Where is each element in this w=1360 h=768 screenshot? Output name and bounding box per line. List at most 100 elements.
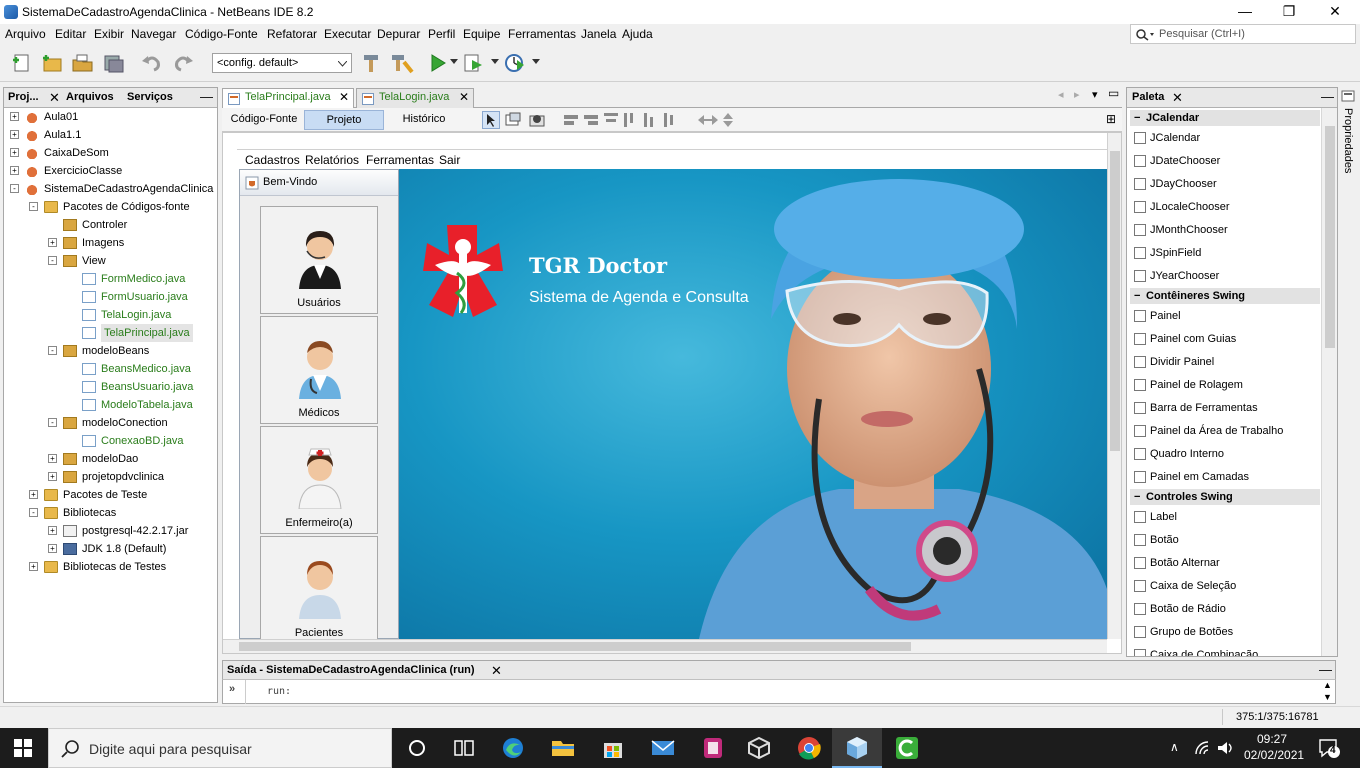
tree-item[interactable]: + Pacotes de Teste <box>4 486 217 504</box>
enfermeiro-button[interactable]: Enfermeiro(a) <box>260 426 378 534</box>
store-icon[interactable] <box>600 736 626 760</box>
debug-dropdown-icon[interactable] <box>491 59 499 65</box>
tray-chevron-up-icon[interactable]: ∧ <box>1170 740 1179 754</box>
pacientes-button[interactable]: Pacientes <box>260 536 378 639</box>
palette-item[interactable]: Caixa de Seleção <box>1130 575 1320 597</box>
close-icon[interactable]: ✕ <box>339 90 349 104</box>
mail-icon[interactable] <box>650 736 676 760</box>
menu-depurar[interactable]: Depurar <box>377 27 420 41</box>
form-menu-sair[interactable]: Sair <box>439 153 460 167</box>
palette-category[interactable]: − JCalendar <box>1130 110 1320 126</box>
palette-item[interactable]: Dividir Painel <box>1130 351 1320 373</box>
expand-icon[interactable]: + <box>48 526 57 535</box>
redo-icon[interactable] <box>171 52 195 74</box>
document-list-icon[interactable]: ▾ <box>1092 88 1098 101</box>
tab-historico[interactable]: Histórico <box>386 110 462 130</box>
ide-search-input[interactable]: Pesquisar (Ctrl+I) <box>1130 24 1356 44</box>
tree-item[interactable]: + projetopdvclinica <box>4 468 217 486</box>
palette-category[interactable]: − Controles Swing <box>1130 489 1320 505</box>
tree-item[interactable]: + CaixaDeSom <box>4 144 217 162</box>
form-menu-cadastros[interactable]: Cadastros <box>245 153 300 167</box>
menu-exibir[interactable]: Exibir <box>94 27 124 41</box>
menu-ajuda[interactable]: Ajuda <box>622 27 653 41</box>
expand-icon[interactable]: + <box>48 472 57 481</box>
save-all-icon[interactable] <box>102 52 126 74</box>
menu-refatorar[interactable]: Refatorar <box>267 27 317 41</box>
maximize-editor-icon[interactable]: ▭ <box>1108 86 1119 100</box>
palette-item[interactable]: Label <box>1130 506 1320 528</box>
new-file-icon[interactable] <box>10 52 34 74</box>
design-horizontal-scrollbar[interactable] <box>223 639 1107 653</box>
menu-equipe[interactable]: Equipe <box>463 27 500 41</box>
expand-icon[interactable]: + <box>48 238 57 247</box>
internal-frame-title-bar[interactable]: Bem-Vindo <box>240 170 398 196</box>
palette-category[interactable]: − Contêineres Swing <box>1130 288 1320 304</box>
menu-arquivo[interactable]: Arquivo <box>5 27 46 41</box>
palette-item[interactable]: Botão de Rádio <box>1130 598 1320 620</box>
palette-item[interactable]: JSpinField <box>1130 242 1320 264</box>
virtualbox-icon[interactable] <box>746 736 772 760</box>
form-menu-relatorios[interactable]: Relatórios <box>305 153 359 167</box>
expand-icon[interactable]: + <box>10 112 19 121</box>
palette-item[interactable]: JLocaleChooser <box>1130 196 1320 218</box>
minimize-button[interactable]: — <box>1222 0 1268 24</box>
tab-arquivos[interactable]: Arquivos <box>66 91 114 103</box>
connection-mode-icon[interactable] <box>504 111 522 129</box>
palette-item[interactable]: Painel com Guias <box>1130 328 1320 350</box>
taskbar-search-input[interactable]: Digite aqui para pesquisar <box>48 728 392 768</box>
tab-servicos[interactable]: Serviços <box>127 91 173 103</box>
palette-item[interactable]: Painel <box>1130 305 1320 327</box>
cortana-icon[interactable] <box>404 736 430 760</box>
tree-item[interactable]: ModeloTabela.java <box>4 396 217 414</box>
scroll-down-icon[interactable]: ▼ <box>1323 692 1332 702</box>
open-project-icon[interactable] <box>71 52 95 74</box>
collapse-icon[interactable]: - <box>29 508 38 517</box>
expand-icon[interactable]: + <box>10 148 19 157</box>
tab-codigo-fonte[interactable]: Código-Fonte <box>226 110 302 130</box>
tree-item[interactable]: - Bibliotecas <box>4 504 217 522</box>
selection-mode-icon[interactable] <box>482 111 500 129</box>
palette-item[interactable]: Grupo de Botões <box>1130 621 1320 643</box>
tree-item[interactable]: TelaLogin.java <box>4 306 217 324</box>
menu-editar[interactable]: Editar <box>55 27 86 41</box>
tree-item[interactable]: + JDK 1.8 (Default) <box>4 540 217 558</box>
usuarios-button[interactable]: Usuários <box>260 206 378 314</box>
debug-icon[interactable] <box>462 52 486 74</box>
tree-item[interactable]: - modeloConection <box>4 414 217 432</box>
expand-icon[interactable]: + <box>48 454 57 463</box>
run-icon[interactable] <box>426 52 450 74</box>
minimize-panel-icon[interactable]: — <box>1319 662 1332 677</box>
expand-icon[interactable]: + <box>48 544 57 553</box>
tree-item[interactable]: + Aula1.1 <box>4 126 217 144</box>
scrollbar-thumb[interactable] <box>239 642 911 651</box>
minimize-panel-icon[interactable]: — <box>1321 89 1334 104</box>
tab-projeto[interactable]: Projeto <box>304 110 384 130</box>
design-vertical-scrollbar[interactable] <box>1107 133 1121 639</box>
palette-item[interactable]: JMonthChooser <box>1130 219 1320 241</box>
network-icon[interactable] <box>1194 740 1210 756</box>
collapse-icon[interactable]: − <box>1134 110 1140 126</box>
tree-item[interactable]: + modeloDao <box>4 450 217 468</box>
properties-panel-icon[interactable] <box>1341 90 1355 102</box>
close-icon[interactable]: ✕ <box>49 90 60 106</box>
scrollbar-thumb[interactable] <box>1325 126 1335 348</box>
collapse-icon[interactable]: - <box>10 184 19 193</box>
tree-item[interactable]: FormMedico.java <box>4 270 217 288</box>
maximize-button[interactable]: ❐ <box>1266 0 1312 24</box>
tree-item[interactable]: + Aula01 <box>4 108 217 126</box>
tree-item[interactable]: + postgresql-42.2.17.jar <box>4 522 217 540</box>
collapse-icon[interactable]: - <box>48 418 57 427</box>
palette-item[interactable]: Botão <box>1130 529 1320 551</box>
file-explorer-icon[interactable] <box>550 736 576 760</box>
palette-item[interactable]: Painel de Rolagem <box>1130 374 1320 396</box>
chrome-icon[interactable] <box>796 736 822 760</box>
tree-item[interactable]: - View <box>4 252 217 270</box>
menu-codigo-fonte[interactable]: Código-Fonte <box>185 27 258 41</box>
tree-item[interactable]: - Pacotes de Códigos-fonte <box>4 198 217 216</box>
tab-telalogin[interactable]: TelaLogin.java ✕ <box>356 88 474 108</box>
resize-tools-icon[interactable] <box>696 111 738 129</box>
run-dropdown-icon[interactable] <box>450 59 458 65</box>
tree-item[interactable]: BeansMedico.java <box>4 360 217 378</box>
desktop-pane[interactable]: TGR Doctor Sistema de Agenda e Consulta … <box>239 169 1107 639</box>
rerun-icon[interactable]: » <box>229 683 235 695</box>
